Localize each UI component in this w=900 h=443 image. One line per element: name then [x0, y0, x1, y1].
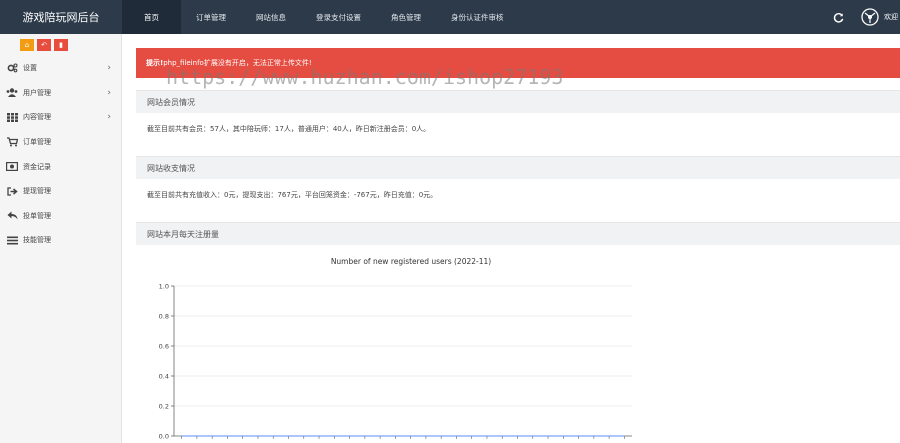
sidebar-tools: ⌂ ↶ ▮: [0, 34, 121, 56]
sidebar-item-label: 投单管理: [23, 211, 51, 220]
sidebar-item-funds[interactable]: 资金记录: [0, 154, 121, 179]
y-tick-label: 0.2: [159, 403, 169, 411]
chevron-right-icon: ›: [107, 63, 111, 74]
sidebar-item-dispatch[interactable]: 投单管理: [0, 204, 121, 229]
sidebar-item-label: 用户管理: [23, 88, 51, 97]
nav-identity-review[interactable]: 身份认证件审核: [436, 0, 519, 34]
chevron-right-icon: ›: [107, 87, 111, 98]
sidebar-item-label: 内容管理: [23, 113, 51, 122]
sidebar-item-label: 提现管理: [23, 187, 51, 196]
cogs-icon: [6, 63, 18, 73]
chevron-right-icon: ›: [107, 112, 111, 123]
registrations-panel-title: 网站本月每天注册量: [136, 222, 900, 245]
sign-out-icon: [6, 186, 18, 196]
nav-roles[interactable]: 角色管理: [376, 0, 436, 34]
y-tick-label: 0.6: [159, 343, 169, 351]
top-bar: 游戏陪玩网后台 首页 订单管理 网站信息 登录支付设置 角色管理 身份认证件审核…: [0, 0, 900, 34]
y-tick-label: 1.0: [159, 283, 169, 291]
grid-icon: [6, 112, 18, 122]
sidebar-item-label: 资金记录: [23, 162, 51, 171]
cart-icon: [6, 137, 18, 147]
sidebar-item-content[interactable]: 内容管理 ›: [0, 105, 121, 130]
y-tick-label: 0.8: [159, 313, 169, 321]
sidebar: ⌂ ↶ ▮ 设置 › 用户管理 › 内容管理 › 订单管理 资金记录 提现管理 …: [0, 34, 122, 443]
members-panel-text: 截至目前共有会员：57人，其中陪玩师：17人，普通用户：40人，昨日新注册会员：…: [147, 125, 431, 133]
top-nav: 首页 订单管理 网站信息 登录支付设置 角色管理 身份认证件审核: [122, 0, 519, 34]
sidebar-item-orders[interactable]: 订单管理: [0, 130, 121, 155]
sidebar-item-withdraw[interactable]: 提现管理: [0, 179, 121, 204]
y-tick-label: 0.0: [159, 433, 169, 441]
sidebar-item-label: 订单管理: [23, 138, 51, 147]
members-panel-title: 网站会员情况: [136, 90, 900, 113]
nav-orders[interactable]: 订单管理: [181, 0, 241, 34]
reply-icon: [6, 211, 18, 221]
money-icon: [6, 162, 18, 172]
user-avatar-icon[interactable]: [861, 8, 879, 26]
sidebar-item-label: 技能管理: [23, 236, 51, 245]
refresh-icon[interactable]: [831, 10, 845, 24]
sidebar-item-skills[interactable]: 技能管理: [0, 228, 121, 253]
alert-prefix: 提示!: [146, 59, 164, 67]
app-title: 游戏陪玩网后台: [22, 11, 100, 24]
finance-panel-text: 截至目前共有充值收入：0元，提现支出：767元，平台回笼资金：-767元，昨日充…: [147, 191, 438, 199]
nav-login-payment[interactable]: 登录支付设置: [301, 0, 376, 34]
chart-title: Number of new registered users (2022-11): [331, 257, 491, 266]
list-icon: [6, 235, 18, 245]
sidebar-item-label: 设置: [23, 64, 37, 73]
nav-home[interactable]: 首页: [122, 0, 181, 34]
watermark: https://www.huzhan.com/ishop27193: [166, 65, 564, 89]
bookmark-icon[interactable]: ▮: [54, 39, 68, 51]
registrations-chart-svg: Number of new registered users (2022-11)…: [159, 257, 632, 441]
sidebar-item-settings[interactable]: 设置 ›: [0, 56, 121, 81]
finance-panel-title: 网站收支情况: [136, 156, 900, 179]
y-tick-label: 0.4: [159, 373, 169, 381]
users-icon: [6, 88, 18, 98]
main-content: 提示! php_fileinfo扩展没有开启，无法正常上传文件! 网站会员情况 截…: [122, 34, 900, 443]
sidebar-item-users[interactable]: 用户管理 ›: [0, 81, 121, 106]
nav-site-info[interactable]: 网站信息: [241, 0, 301, 34]
registrations-chart: Number of new registered users (2022-11)…: [136, 252, 900, 443]
home-icon[interactable]: ⌂: [20, 39, 34, 51]
welcome-label: 欢迎: [884, 13, 898, 21]
back-icon[interactable]: ↶: [37, 39, 51, 51]
